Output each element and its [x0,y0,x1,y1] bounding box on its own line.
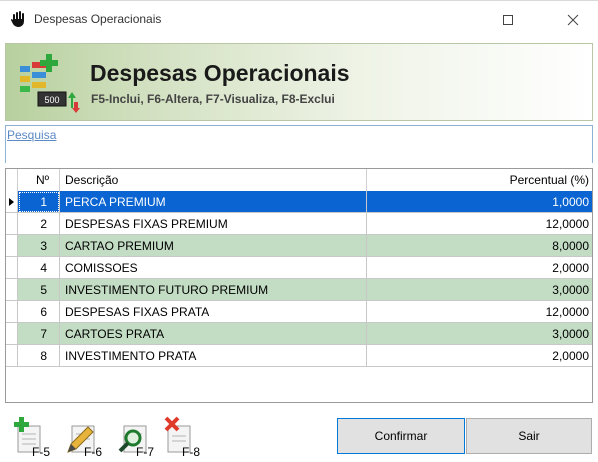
cell-percent[interactable]: 3,0000 [367,323,592,345]
cell-number[interactable]: 3 [18,235,60,257]
cell-description[interactable]: PERCA PREMIUM [60,191,367,213]
column-header-percent[interactable]: Percentual (%) [367,169,592,191]
close-button[interactable] [550,1,596,39]
minimize-button[interactable] [416,1,462,39]
expenses-table[interactable]: Nº Descrição Percentual (%) 1 PERCA PREM… [5,168,593,403]
column-header-description[interactable]: Descrição [60,169,367,191]
minimize-icon [434,19,444,21]
cell-percent[interactable]: 3,0000 [367,279,592,301]
cell-number[interactable]: 4 [18,257,60,279]
row-indicator [6,257,18,279]
column-header-number[interactable]: Nº [18,169,60,191]
cell-percent[interactable]: 2,0000 [367,257,592,279]
delete-shortcut-label: F-8 [182,445,200,459]
table-row[interactable]: 7 CARTOES PRATA 3,0000 [6,323,592,345]
cell-number[interactable]: 6 [18,301,60,323]
view-button[interactable]: F-7 [114,414,160,460]
add-shortcut-label: F-5 [32,445,50,459]
icon-badge-text: 500 [44,95,59,105]
cell-description[interactable]: DESPESAS FIXAS PREMIUM [60,213,367,235]
table-row[interactable]: 4 COMISSOES 2,0000 [6,257,592,279]
cell-number[interactable]: 8 [18,345,60,367]
cell-number[interactable]: 7 [18,323,60,345]
edit-shortcut-label: F-6 [84,445,102,459]
delete-button[interactable]: F-8 [160,414,206,460]
cell-number[interactable]: 1 [18,191,60,213]
cell-percent[interactable]: 12,0000 [367,213,592,235]
page-title: Despesas Operacionais [90,60,350,86]
table-row[interactable]: 5 INVESTIMENTO FUTURO PREMIUM 3,0000 [6,279,592,301]
table-row[interactable]: 3 CARTAO PREMIUM 8,0000 [6,235,592,257]
cell-percent[interactable]: 12,0000 [367,301,592,323]
cell-percent[interactable]: 1,0000 [367,191,592,213]
maximize-button[interactable] [485,1,531,39]
exit-button[interactable]: Sair [466,418,592,454]
row-indicator [6,279,18,301]
cell-description[interactable]: DESPESAS FIXAS PRATA [60,301,367,323]
table-row[interactable]: 2 DESPESAS FIXAS PREMIUM 12,0000 [6,213,592,235]
maximize-icon [503,15,513,25]
cell-number[interactable]: 2 [18,213,60,235]
cell-percent[interactable]: 8,0000 [367,235,592,257]
table-row[interactable]: 1 PERCA PREMIUM 1,0000 [6,191,592,213]
row-indicator [6,323,18,345]
view-shortcut-label: F-7 [136,445,154,459]
table-header: Nº Descrição Percentual (%) [6,169,592,192]
indicator-header [6,169,18,191]
window-title: Despesas Operacionais [34,12,162,26]
header-banner: 500 Despesas Operacionais F5-Inclui, F6-… [5,43,593,121]
row-indicator [6,345,18,367]
cell-description[interactable]: INVESTIMENTO PRATA [60,345,367,367]
cell-description[interactable]: CARTOES PRATA [60,323,367,345]
close-icon [567,14,579,26]
add-button[interactable]: F-5 [10,414,56,460]
confirm-button[interactable]: Confirmar [337,418,465,454]
shortcut-hint: F5-Inclui, F6-Altera, F7-Visualiza, F8-E… [91,92,335,106]
cell-percent[interactable]: 2,0000 [367,345,592,367]
hand-icon [11,11,24,27]
table-row[interactable]: 6 DESPESAS FIXAS PRATA 12,0000 [6,301,592,323]
row-indicator [6,235,18,257]
window-titlebar: Despesas Operacionais [0,0,598,38]
edit-button[interactable]: F-6 [62,414,108,460]
search-link[interactable]: Pesquisa [7,128,56,142]
search-panel: Pesquisa [5,125,593,163]
expenses-icon: 500 [20,54,80,113]
cell-description[interactable]: COMISSOES [60,257,367,279]
cell-description[interactable]: CARTAO PREMIUM [60,235,367,257]
cell-number[interactable]: 5 [18,279,60,301]
cell-description[interactable]: INVESTIMENTO FUTURO PREMIUM [60,279,367,301]
row-indicator [6,213,18,235]
row-indicator [6,191,18,213]
table-row[interactable]: 8 INVESTIMENTO PRATA 2,0000 [6,345,592,367]
current-row-icon [9,198,14,206]
row-indicator [6,301,18,323]
